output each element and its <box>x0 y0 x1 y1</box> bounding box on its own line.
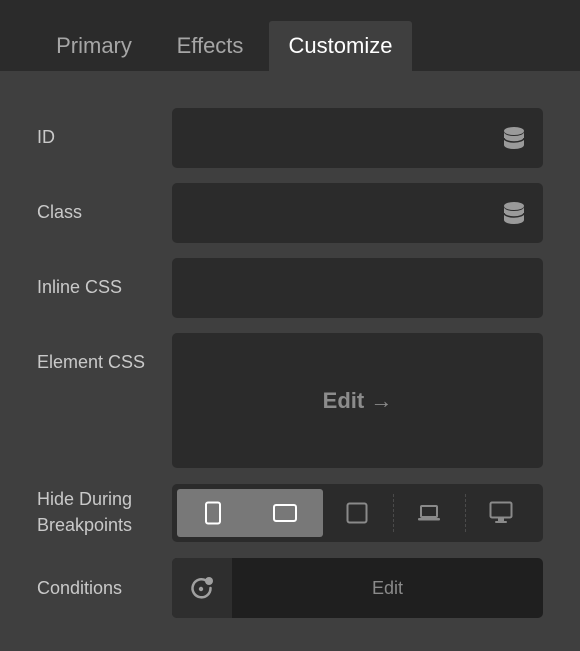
conditions-label: Conditions <box>37 578 123 598</box>
breakpoint-mobile-landscape-button[interactable] <box>250 489 320 537</box>
conditions-icon <box>191 577 213 599</box>
database-icon[interactable] <box>503 126 525 150</box>
element-css-label: Element CSS <box>37 352 146 372</box>
inline-css-input[interactable] <box>172 258 543 318</box>
tablet-icon <box>346 502 368 524</box>
desktop-icon <box>489 501 513 523</box>
breakpoint-laptop-button[interactable] <box>394 489 464 537</box>
laptop-icon <box>418 505 440 521</box>
class-field-container <box>172 183 543 243</box>
hide-breakpoints-label-line2: Breakpoints <box>37 515 133 535</box>
inline-css-field-container <box>172 258 543 318</box>
id-label: ID <box>37 127 55 147</box>
conditions-control: Edit <box>172 558 543 618</box>
breakpoint-toggle-group <box>172 484 543 542</box>
hide-breakpoints-label: Hide During Breakpoints <box>37 486 132 538</box>
database-icon[interactable] <box>503 201 525 225</box>
id-field-container <box>172 108 543 168</box>
tab-bar: Primary Effects Customize <box>0 0 580 71</box>
id-input[interactable] <box>172 108 543 168</box>
conditions-icon-button[interactable] <box>172 558 232 618</box>
class-label: Class <box>37 202 83 222</box>
element-css-edit-button[interactable]: Edit → <box>172 333 543 468</box>
conditions-edit-button[interactable]: Edit <box>232 558 543 618</box>
mobile-landscape-icon <box>273 504 297 522</box>
mobile-portrait-icon <box>205 501 221 525</box>
breakpoint-mobile-portrait-button[interactable] <box>178 489 248 537</box>
class-input[interactable] <box>172 183 543 243</box>
element-css-box: Edit → <box>172 333 543 468</box>
breakpoint-tablet-button[interactable] <box>322 489 392 537</box>
tab-effects[interactable]: Effects <box>160 21 260 71</box>
breakpoint-desktop-button[interactable] <box>466 489 536 537</box>
tab-customize[interactable]: Customize <box>269 21 412 71</box>
hide-breakpoints-label-line1: Hide During <box>37 489 133 509</box>
tab-primary[interactable]: Primary <box>38 21 150 71</box>
inline-css-label: Inline CSS <box>37 277 123 297</box>
